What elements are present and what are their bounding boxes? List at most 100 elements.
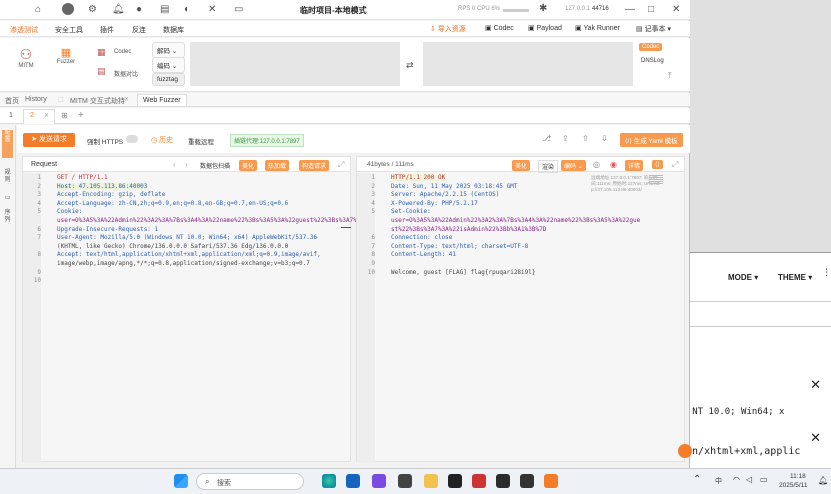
expand-icon[interactable]: ⤢ [672, 160, 678, 170]
request-editor[interactable]: Request ‹ › 数据包扫描 美化 热加载 构造请求 ⤢ 1 GET / H… [22, 156, 462, 463]
maximize-icon[interactable]: □ [648, 4, 654, 15]
app-icon-dark[interactable] [520, 474, 534, 488]
codec-tag-button[interactable]: Codec [639, 43, 663, 51]
redirect-label[interactable]: 重载远程 [188, 136, 214, 146]
yak-runner-button[interactable]: ▣ Yak Runner [575, 24, 620, 32]
collapse-icon[interactable]: ⤒ [668, 71, 672, 81]
fuzzer-tool[interactable]: ▦ Fuzzer [52, 46, 80, 65]
tools-icon[interactable]: ✕ [208, 4, 216, 15]
avatar[interactable] [62, 3, 74, 15]
tab-mitm[interactable]: MITM 交互式劫持 [70, 96, 125, 106]
codec-button[interactable]: ▣ Codec [485, 24, 514, 32]
menu-pentest[interactable]: 渗透测试 [10, 25, 38, 35]
notification-icon[interactable]: 🔔︎ [818, 476, 828, 485]
share-icon[interactable]: ⎇ [542, 134, 551, 143]
folder-icon[interactable] [424, 474, 438, 488]
close-icon[interactable]: ✕ [810, 377, 821, 393]
history-button[interactable]: ◷ 历史 [151, 135, 173, 145]
view-icon[interactable]: ◎ [593, 160, 600, 169]
subtab-1[interactable]: 1 [9, 112, 13, 119]
close-icon[interactable]: ✕ [810, 430, 821, 446]
details-button[interactable]: 详情 [625, 160, 644, 171]
next-icon[interactable]: › [185, 160, 188, 169]
clock-date[interactable]: 2025/5/11 [779, 482, 807, 489]
app-icon[interactable] [372, 474, 386, 488]
sidebar-config[interactable]: 配置 [2, 130, 13, 158]
codec-output[interactable] [423, 42, 633, 86]
yak-icon[interactable]: ◐ [184, 4, 190, 15]
import-button[interactable]: ⇩ 导入资源 [430, 24, 466, 34]
close-icon[interactable]: ✕ [44, 112, 49, 119]
payload-button[interactable]: ▣ Payload [528, 24, 562, 32]
tab-web-fuzzer[interactable]: Web Fuzzer [137, 94, 187, 106]
notepad-button[interactable]: ▤ 记事本 ▾ [636, 24, 671, 34]
home-icon[interactable]: ⌂ [35, 4, 41, 15]
menu-security-tools[interactable]: 安全工具 [55, 25, 83, 35]
beautify-button[interactable]: 美化 [512, 160, 531, 171]
ime-indicator[interactable]: 中 [715, 476, 722, 486]
beautify-button[interactable]: 美化 [239, 160, 258, 171]
sidebar-sequence[interactable]: 序列 [2, 210, 13, 224]
bell-icon[interactable]: 🔔︎ [112, 4, 125, 15]
export-icon[interactable]: ⇪ [562, 134, 569, 143]
minimize-icon[interactable]: — [625, 4, 635, 15]
scan-button[interactable]: 数据包扫描 [200, 161, 230, 170]
force-https-toggle[interactable] [126, 135, 138, 143]
decode-select[interactable]: 解码 ⌄ [152, 42, 185, 58]
build-request-button[interactable]: 构造请求 [299, 160, 330, 171]
chevron-up-icon[interactable]: ⌃ [693, 474, 701, 485]
outlook-icon[interactable] [346, 474, 360, 488]
note-icon[interactable]: ▤ [160, 4, 169, 15]
wifi-icon[interactable]: ◠ [733, 475, 740, 484]
download-icon[interactable]: ⇩ [601, 134, 608, 143]
swap-icon[interactable]: ⇄ [406, 60, 414, 71]
send-request-button[interactable]: ➤ 发送请求 [23, 133, 75, 147]
menu-plugins[interactable]: 插件 [100, 25, 114, 35]
gear-icon[interactable]: ⚙ [88, 4, 97, 15]
menu-database[interactable]: 数据库 [163, 25, 184, 35]
windows-start-icon[interactable] [174, 474, 188, 488]
theme-menu[interactable]: THEME ▾ [778, 273, 812, 282]
generate-yaml-button[interactable]: ⟨/⟩ 生成 Yaml 模板 [620, 133, 683, 147]
floating-yak-icon[interactable] [678, 444, 692, 458]
battery-icon[interactable]: ▭ [760, 475, 768, 484]
close-icon[interactable]: ✕ [124, 96, 129, 103]
encode-select[interactable]: 编码 ⌄ [152, 57, 185, 73]
tab-home[interactable]: 首页 [5, 96, 19, 106]
mode-menu[interactable]: MODE ▾ [728, 273, 758, 282]
bug-icon[interactable]: ✱ [539, 3, 547, 14]
mitm-tool[interactable]: ⚇ MITM [12, 46, 40, 69]
dnslog-button[interactable]: DNSLog [641, 58, 664, 64]
chrome-icon[interactable]: ◉ [610, 160, 617, 169]
pycharm-icon[interactable] [448, 474, 462, 488]
subtab-2[interactable]: 2 [30, 112, 34, 119]
expand-icon[interactable]: ⤢ [338, 160, 344, 170]
more-icon[interactable]: ⋮ [822, 267, 831, 278]
code-icon[interactable]: ⟨⟩ [652, 160, 663, 169]
add-tab-icon[interactable]: + [78, 110, 84, 121]
group-icon[interactable]: ⊞ [61, 111, 68, 120]
edge-icon[interactable] [322, 474, 336, 488]
render-button[interactable]: 渲染 [538, 160, 559, 173]
close-icon[interactable]: ✕ [672, 4, 680, 15]
codec-tool[interactable]: Codec [114, 49, 131, 55]
taskbar-search[interactable]: ⌕ 搜索 [196, 473, 304, 490]
ide-icon[interactable] [496, 474, 510, 488]
yakit-icon[interactable] [544, 474, 558, 488]
clock-time[interactable]: 11:18 [790, 473, 806, 480]
encoding-select[interactable]: 编码 ⌄ [561, 160, 586, 171]
menu-reverse[interactable]: 反连 [132, 25, 146, 35]
terminal-icon[interactable]: ▭ [234, 4, 243, 15]
prev-icon[interactable]: ‹ [173, 160, 176, 169]
tab-history[interactable]: History [25, 96, 47, 103]
codec-input[interactable] [190, 42, 400, 86]
github-icon[interactable]: ● [136, 4, 142, 15]
response-editor[interactable]: 41bytes / 111ms 美化 渲染 编码 ⌄ ◎ ◉ 详情 ⟨⟩ ⤢ 1… [356, 156, 685, 463]
sidebar-rules[interactable]: 规则 [2, 170, 13, 184]
fuzztag-button[interactable]: fuzztag [152, 73, 185, 86]
compare-tool[interactable]: 数据对比 [114, 69, 138, 78]
upload-icon[interactable]: ⇧ [582, 134, 589, 143]
volume-icon[interactable]: ◁ [746, 475, 752, 484]
terminal-icon[interactable] [398, 474, 412, 488]
hotload-button[interactable]: 热加载 [265, 160, 290, 171]
